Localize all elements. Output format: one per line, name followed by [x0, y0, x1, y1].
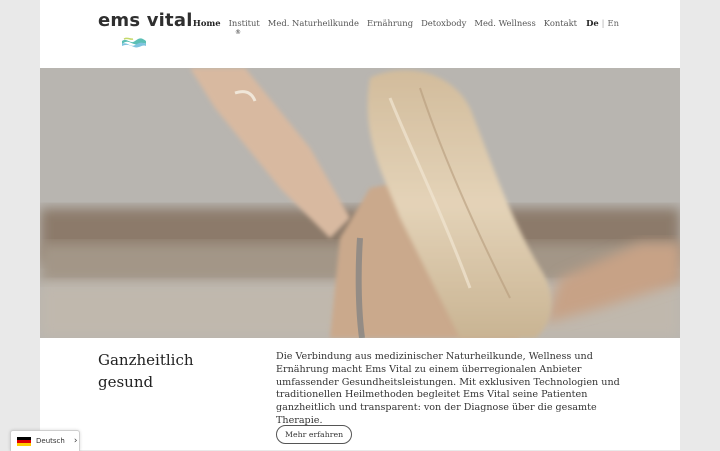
main-nav: Home Institut Med. Naturheilkunde Ernähr…	[185, 18, 619, 28]
nav-item-med-wellness[interactable]: Med. Wellness	[474, 18, 535, 28]
section-heading: Ganzheitlich gesund	[98, 351, 194, 391]
nav-item-med-naturheilkunde[interactable]: Med. Naturheilkunde	[268, 18, 359, 28]
learn-more-button[interactable]: Mehr erfahren	[276, 425, 353, 444]
registered-mark: ®	[235, 29, 241, 36]
nav-item-kontakt[interactable]: Kontakt	[544, 18, 577, 28]
nav-item-detoxbody[interactable]: Detoxbody	[421, 18, 466, 28]
language-label: Deutsch	[36, 437, 65, 445]
logo-text: ems vital	[98, 10, 193, 31]
nav-item-ernaehrung[interactable]: Ernährung	[367, 18, 413, 28]
intro-text: Die Verbindung aus medizinischer Naturhe…	[276, 351, 620, 426]
page: ems vital ® Home Institut Med. Naturheil…	[40, 0, 680, 450]
chevron-right-icon: ›	[73, 436, 78, 446]
language-switch: De | En	[586, 18, 619, 28]
lang-de-link[interactable]: De	[586, 18, 599, 28]
hero-image	[40, 68, 680, 338]
hero-photo	[40, 68, 680, 338]
logo[interactable]: ems vital ®	[98, 10, 241, 48]
nav-item-institut[interactable]: Institut	[229, 18, 260, 28]
wave-logo-icon	[122, 37, 146, 48]
lang-separator: |	[601, 18, 605, 28]
language-selector-widget[interactable]: Deutsch ›	[10, 430, 80, 451]
lang-en-link[interactable]: En	[607, 18, 619, 28]
german-flag-icon	[17, 436, 31, 446]
nav-item-home[interactable]: Home	[193, 18, 221, 28]
